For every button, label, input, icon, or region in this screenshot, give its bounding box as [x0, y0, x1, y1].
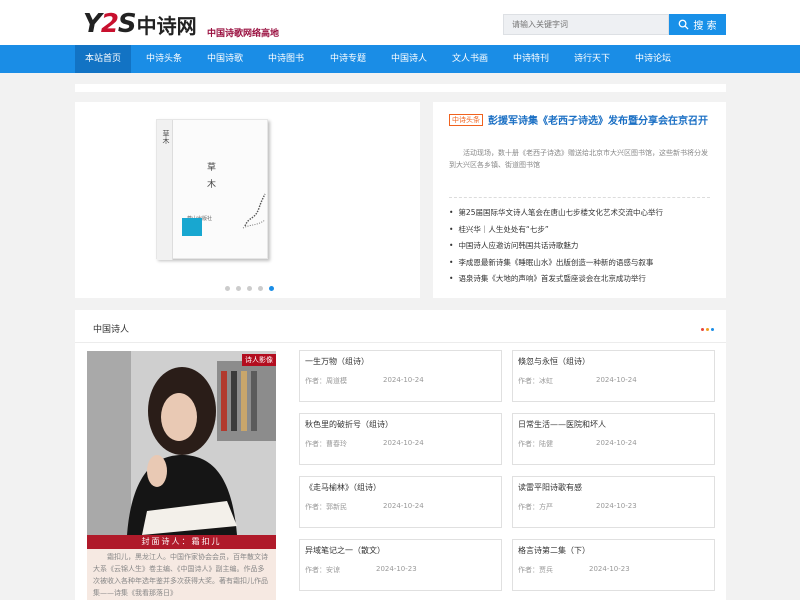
poem-date: 2024-10-23 [376, 565, 417, 573]
slider-dot[interactable] [247, 286, 252, 291]
book-title: 草木 [205, 162, 215, 196]
nav-home[interactable]: 本站首页 [75, 45, 131, 73]
poem-title[interactable]: 秋色里的破折号（组诗） [305, 419, 393, 430]
poem-card[interactable]: 异域笔记之一（散文） 作者：安谅 2024-10-23 [299, 539, 502, 591]
slider-dot[interactable] [225, 286, 230, 291]
book-emblem [182, 218, 202, 236]
search-icon [679, 19, 689, 30]
banner-strip [75, 84, 726, 92]
poem-title[interactable]: 倏忽与永恒（组诗） [518, 356, 590, 367]
nav-special[interactable]: 中诗特刊 [503, 45, 559, 73]
slider-dots [225, 286, 274, 291]
poet-bio: 霜扣儿，黑龙江人。中国作家协会会员，百年散文诗大系《云锦人生》卷主编、《中国诗人… [87, 549, 276, 600]
poem-author: 作者：方严 [518, 503, 553, 511]
poem-title[interactable]: 读雷平阳诗歌有感 [518, 482, 582, 493]
ink-art-icon [242, 193, 266, 229]
book-spine-title: 草木 [162, 130, 170, 144]
slider-dot[interactable] [236, 286, 241, 291]
news-list: 第25届国际华文诗人笔会在唐山七步楼文化艺术交流中心举行 桂兴华｜人生处处有“七… [449, 207, 663, 290]
nav-topics[interactable]: 中诗专题 [320, 45, 376, 73]
poem-card[interactable]: 格言诗第二集（下） 作者：贾兵 2024-10-23 [512, 539, 715, 591]
poem-author: 作者：曹春玲 [305, 440, 347, 448]
poem-date: 2024-10-24 [383, 376, 424, 384]
slider-dot[interactable] [258, 286, 263, 291]
poem-card[interactable]: 倏忽与永恒（组诗） 作者：冰虹 2024-10-24 [512, 350, 715, 402]
divider [449, 197, 710, 198]
logo-mark: Y2S [83, 9, 137, 39]
headline-title[interactable]: 彭援军诗集《老西子诗选》发布暨分享会在京召开 [488, 112, 708, 127]
poem-author: 作者：郭新民 [305, 503, 347, 511]
slider-dot-active[interactable] [269, 286, 274, 291]
poet-badge: 诗人影像 [242, 354, 276, 366]
poem-date: 2024-10-24 [383, 502, 424, 510]
nav-world[interactable]: 诗行天下 [564, 45, 620, 73]
logo-text: 中诗网 [136, 13, 197, 38]
nav-headlines[interactable]: 中诗头条 [136, 45, 192, 73]
poem-card[interactable]: 一生万物（组诗） 作者：周道模 2024-10-24 [299, 350, 502, 402]
search-field[interactable] [503, 14, 669, 35]
section-header: 中国诗人 [75, 310, 726, 343]
search-button[interactable]: 搜 索 [669, 14, 726, 35]
news-list-item[interactable]: 中国诗人应邀访问韩国共话诗歌魅力 [449, 240, 663, 257]
poem-date: 2024-10-24 [383, 439, 424, 447]
site-logo[interactable]: Y2S 中诗网 [83, 9, 197, 39]
nav-calligraphy[interactable]: 文人书画 [442, 45, 498, 73]
poet-photo[interactable]: 诗人影像 [87, 351, 276, 535]
poem-title[interactable]: 日常生活——医院和坏人 [518, 419, 606, 430]
nav-books[interactable]: 中诗图书 [258, 45, 314, 73]
poem-date: 2024-10-24 [596, 376, 637, 384]
poem-title[interactable]: 格言诗第二集（下） [518, 545, 590, 556]
nav-poets[interactable]: 中国诗人 [381, 45, 437, 73]
poet-caption[interactable]: 封面诗人：霜扣儿 [87, 535, 276, 549]
top-bar: Y2S 中诗网 中国诗歌网络高地 搜 索 [0, 0, 800, 45]
search-input[interactable] [504, 15, 668, 34]
poem-date: 2024-10-23 [596, 502, 637, 510]
poem-author: 作者：周道模 [305, 377, 347, 385]
section-title[interactable]: 中国诗人 [93, 322, 129, 335]
image-slider[interactable]: 草木 草木 燕山出版社 [75, 102, 420, 298]
poem-author: 作者：冰虹 [518, 377, 553, 385]
news-list-item[interactable]: 第25届国际华文诗人笔会在唐山七步楼文化艺术交流中心举行 [449, 207, 663, 224]
poem-author: 作者：陆健 [518, 440, 553, 448]
headline-summary: 活动现场，数十册《老西子诗选》赠送给北京市大兴区图书馆，这些新书将分发到大兴区各… [449, 149, 708, 169]
news-list-item[interactable]: 语泉诗集《大地的声响》首发式暨座谈会在北京成功举行 [449, 273, 663, 290]
headline-panel: 中诗头条 彭援军诗集《老西子诗选》发布暨分享会在京召开 活动现场，数十册《老西子… [433, 102, 726, 298]
poem-date: 2024-10-23 [589, 565, 630, 573]
main-nav: 本站首页 中诗头条 中国诗歌 中诗图书 中诗专题 中国诗人 文人书画 中诗特刊 … [0, 45, 800, 73]
poem-title[interactable]: 《走马榆林》（组诗） [305, 482, 381, 493]
poem-title[interactable]: 异域笔记之一（散文） [305, 545, 385, 556]
book-cover-image[interactable]: 草木 草木 燕山出版社 [156, 119, 268, 260]
poem-title[interactable]: 一生万物（组诗） [305, 356, 369, 367]
news-list-item[interactable]: 李成恩最新诗集《睡眠山水》出版创造一种新的语感与叙事 [449, 257, 663, 274]
poem-date: 2024-10-24 [596, 439, 637, 447]
search-button-label: 搜 索 [693, 21, 717, 32]
nav-forum[interactable]: 中诗论坛 [625, 45, 681, 73]
section-dot [706, 328, 709, 331]
headline-tag: 中诗头条 [449, 114, 483, 126]
poem-card[interactable]: 秋色里的破折号（组诗） 作者：曹春玲 2024-10-24 [299, 413, 502, 465]
section-dot [711, 328, 714, 331]
section-dots [701, 328, 714, 331]
section-dot [701, 328, 704, 331]
poem-author: 作者：安谅 [305, 566, 340, 574]
nav-poetry[interactable]: 中国诗歌 [197, 45, 253, 73]
poet-portrait-image [87, 351, 276, 535]
poem-card[interactable]: 日常生活——医院和坏人 作者：陆健 2024-10-24 [512, 413, 715, 465]
site-slogan: 中国诗歌网络高地 [207, 29, 280, 39]
news-list-item[interactable]: 桂兴华｜人生处处有“七步” [449, 224, 663, 241]
poem-author: 作者：贾兵 [518, 566, 553, 574]
poem-card[interactable]: 《走马榆林》（组诗） 作者：郭新民 2024-10-24 [299, 476, 502, 528]
poem-card[interactable]: 读雷平阳诗歌有感 作者：方严 2024-10-23 [512, 476, 715, 528]
